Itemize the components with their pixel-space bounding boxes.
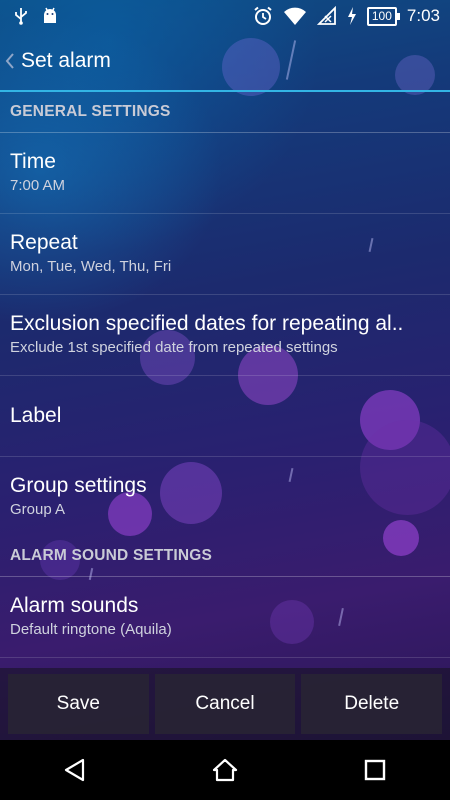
button-bar: Save Cancel Delete (0, 668, 450, 740)
setting-title: Group settings (10, 473, 147, 497)
navigation-bar (0, 740, 450, 800)
back-chevron-icon[interactable] (5, 53, 15, 69)
android-icon (44, 7, 56, 23)
setting-title: Alarm sounds (10, 594, 139, 617)
action-bar[interactable]: Set alarm (0, 32, 450, 90)
setting-title: Label (10, 404, 62, 427)
recents-icon (364, 759, 386, 781)
settings-list: GENERAL SETTINGS Time 7:00 AM Repeat Mon… (0, 92, 450, 658)
setting-title: Time (10, 150, 56, 173)
nav-back-button[interactable] (45, 740, 105, 800)
page-title: Set alarm (21, 49, 111, 72)
setting-summary: Group A (10, 500, 66, 518)
setting-exclusion-dates[interactable]: Exclusion specified dates for repeating … (0, 295, 450, 376)
cancel-button[interactable]: Cancel (154, 674, 296, 734)
status-time: 7:03 (406, 6, 440, 25)
charging-icon (347, 7, 356, 25)
save-button[interactable]: Save (8, 674, 149, 734)
setting-label[interactable]: Label (0, 376, 450, 457)
home-icon (212, 758, 238, 782)
setting-summary: 7:00 AM (10, 177, 66, 194)
battery-indicator: 100 (366, 6, 400, 26)
nav-home-button[interactable] (195, 740, 255, 800)
setting-summary: Exclude 1st specified date from repeated… (10, 339, 338, 356)
setting-repeat[interactable]: Repeat Mon, Tue, Wed, Thu, Fri (0, 214, 450, 295)
section-header-general: GENERAL SETTINGS (0, 92, 450, 133)
alarm-clock-icon (254, 6, 272, 25)
status-bar: 100 7:03 (0, 0, 450, 32)
setting-time[interactable]: Time 7:00 AM (0, 133, 450, 214)
back-triangle-icon (64, 758, 85, 782)
usb-icon (15, 8, 27, 25)
setting-title: Exclusion specified dates for repeating … (10, 312, 404, 335)
delete-button[interactable]: Delete (301, 674, 443, 734)
setting-group[interactable]: Group settings Group A (0, 457, 450, 536)
wifi-icon (283, 7, 306, 25)
setting-alarm-sounds[interactable]: Alarm sounds Default ringtone (Aquila) (0, 577, 450, 658)
no-signal-icon (316, 6, 336, 25)
setting-summary: Mon, Tue, Wed, Thu, Fri (10, 258, 172, 275)
setting-summary: Default ringtone (Aquila) (10, 621, 172, 638)
setting-title: Repeat (10, 231, 78, 254)
section-header-alarm-sound: ALARM SOUND SETTINGS (0, 536, 450, 577)
nav-recents-button[interactable] (345, 740, 405, 800)
